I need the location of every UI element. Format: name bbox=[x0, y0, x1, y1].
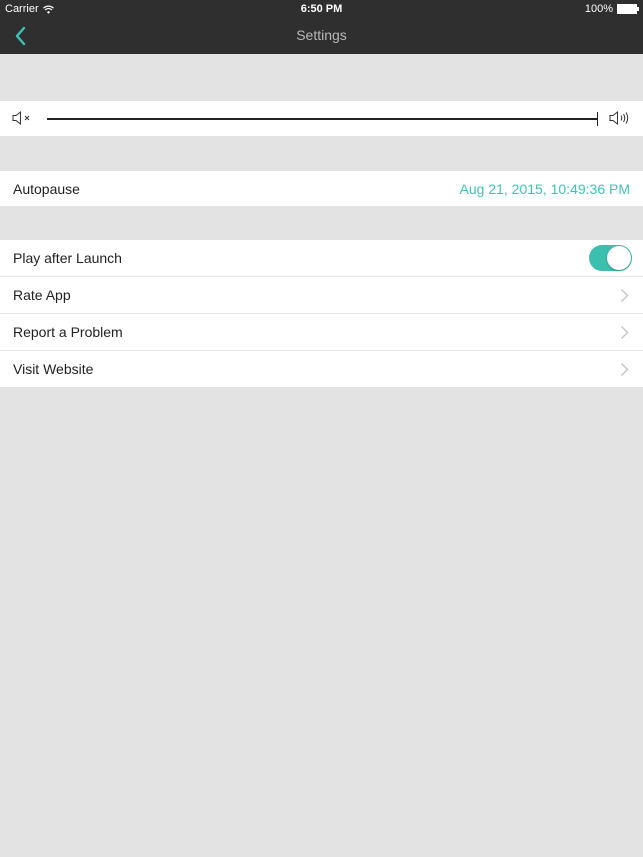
autopause-value[interactable]: Aug 21, 2015, 10:49:36 PM bbox=[460, 181, 630, 197]
volume-slider-track[interactable] bbox=[47, 118, 597, 120]
list-item-label: Report a Problem bbox=[13, 324, 123, 340]
list-item-label: Visit Website bbox=[13, 361, 94, 377]
toggle-knob bbox=[607, 246, 631, 270]
list-item-visit-website[interactable]: Visit Website bbox=[0, 351, 643, 387]
battery-percent: 100% bbox=[584, 3, 613, 15]
settings-list: Play after Launch Rate App Report a Prob… bbox=[0, 240, 643, 387]
list-item-label: Rate App bbox=[13, 287, 71, 303]
status-bar: Carrier 6:50 PM 100% bbox=[0, 0, 643, 18]
battery-icon bbox=[617, 4, 639, 14]
chevron-right-icon bbox=[620, 288, 629, 303]
speaker-mute-icon bbox=[12, 111, 30, 125]
status-time: 6:50 PM bbox=[300, 3, 343, 15]
list-item-report-a-problem[interactable]: Report a Problem bbox=[0, 314, 643, 351]
battery-group: 100% bbox=[584, 3, 639, 15]
play-after-launch-toggle[interactable] bbox=[589, 245, 632, 271]
autopause-section: Autopause Aug 21, 2015, 10:49:36 PM bbox=[0, 171, 643, 206]
list-item-label: Play after Launch bbox=[13, 250, 122, 266]
list-item-rate-app[interactable]: Rate App bbox=[0, 277, 643, 314]
volume-slider-thumb[interactable] bbox=[597, 112, 598, 126]
autopause-label: Autopause bbox=[13, 180, 80, 197]
speaker-loud-icon bbox=[609, 111, 629, 125]
autopause-row[interactable]: Autopause Aug 21, 2015, 10:49:36 PM bbox=[0, 171, 643, 206]
chevron-right-icon bbox=[620, 325, 629, 340]
volume-section bbox=[0, 101, 643, 136]
list-item-play-after-launch: Play after Launch bbox=[0, 240, 643, 277]
page-title: Settings bbox=[296, 27, 347, 43]
chevron-right-icon bbox=[620, 362, 629, 377]
navigation-bar: Settings bbox=[0, 18, 643, 54]
